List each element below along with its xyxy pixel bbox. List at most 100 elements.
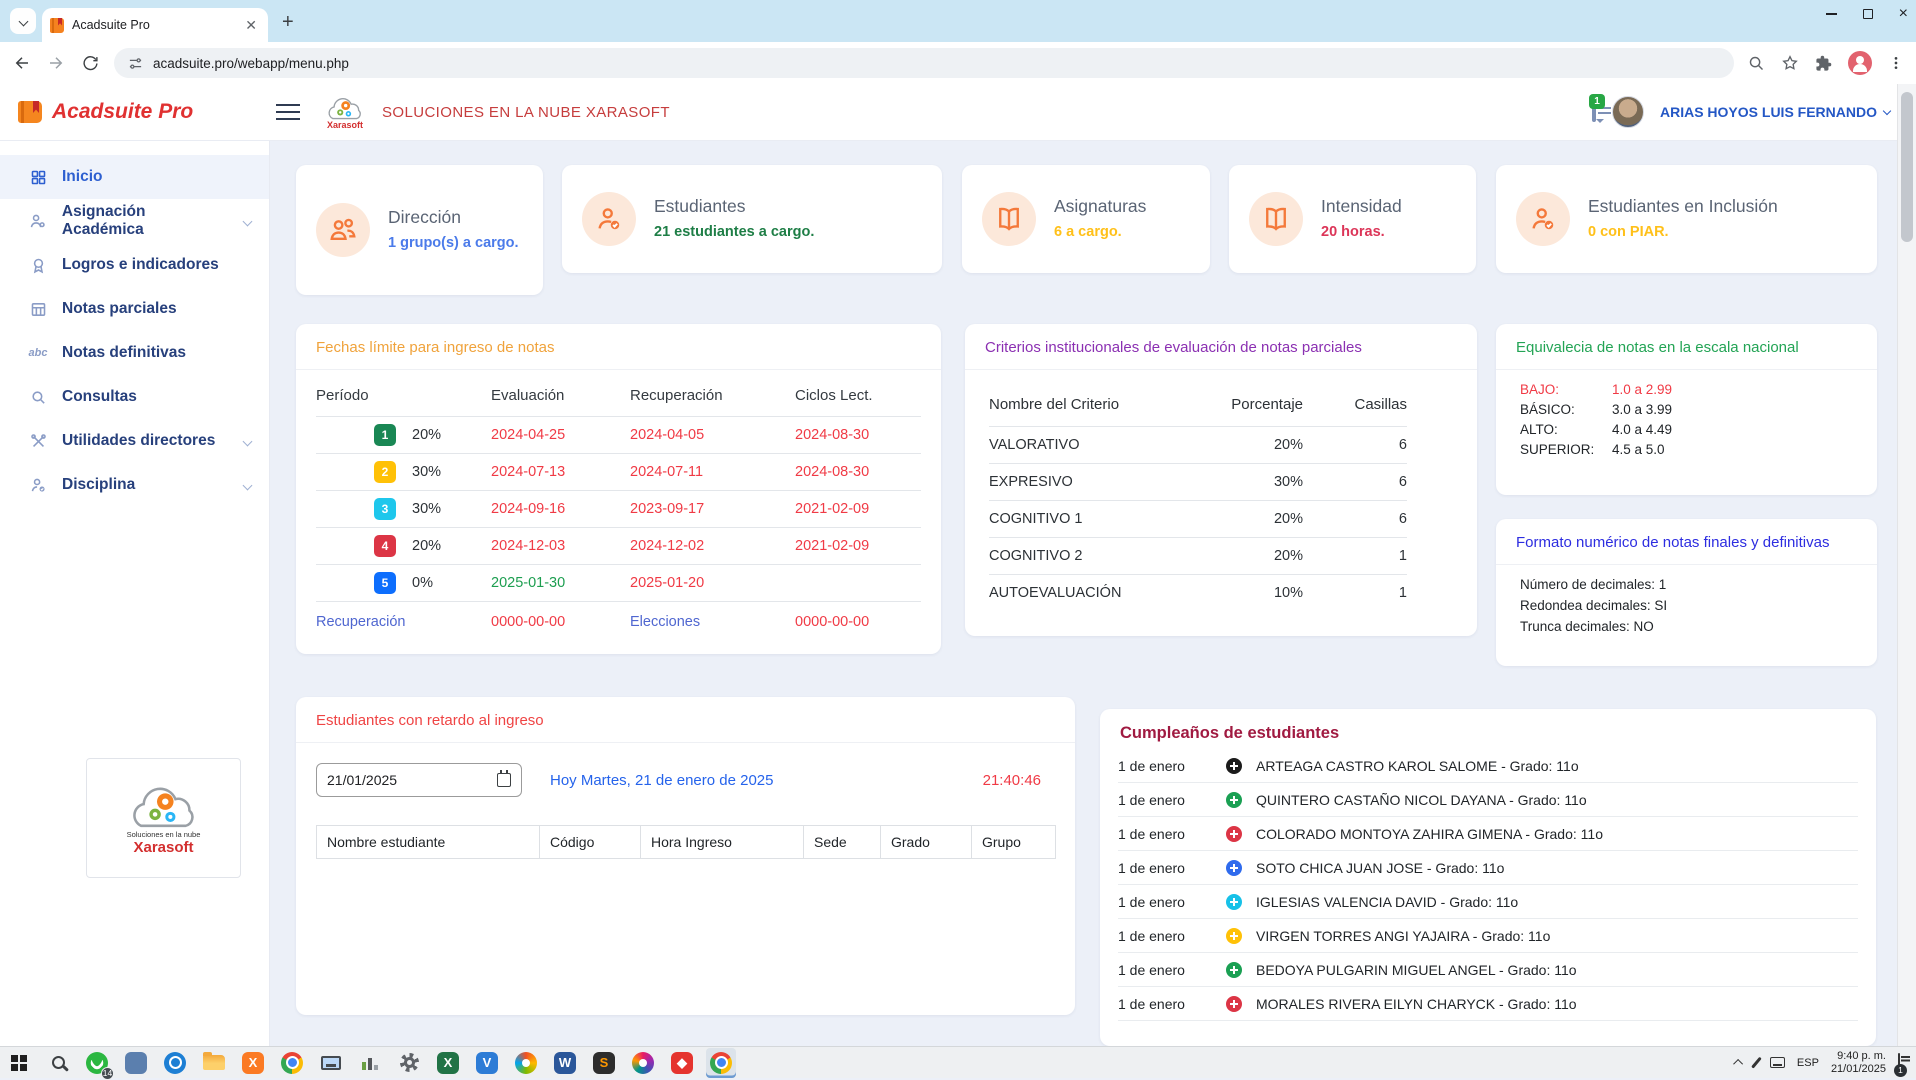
sidebar-item-logros-e-indicadores[interactable]: Logros e indicadores [0,243,269,287]
elecciones-link[interactable]: Elecciones [630,614,795,630]
forward-icon[interactable] [46,53,66,73]
period-badge: 2 [374,461,396,483]
xarasoft-logo: Xarasoft [322,94,368,130]
site-info-tune-icon[interactable] [128,56,143,71]
scale-label: SUPERIOR: [1520,442,1612,457]
date-picker-input[interactable]: 21/01/2025 [316,763,522,797]
student-name: IGLESIAS VALENCIA DAVID - Grado: 11o [1256,894,1858,910]
address-bar[interactable]: acadsuite.pro/webapp/menu.php [114,48,1734,78]
settings-gear-icon[interactable] [394,1048,424,1078]
browser-menu-icon[interactable] [1888,55,1904,71]
period-percent: 20% [412,538,441,554]
target-app-icon[interactable] [160,1048,190,1078]
whatsapp-icon[interactable]: 14 [82,1048,112,1078]
student-name: BEDOYA PULGARIN MIGUEL ANGEL - Grado: 11… [1256,962,1858,978]
sidebar-item-notas-definitivas[interactable]: abc Notas definitivas [0,331,269,375]
panel-fechas-limite: Fechas límite para ingreso de notas Perí… [296,324,941,654]
browser-tab[interactable]: Acadsuite Pro ✕ [42,8,268,42]
tab-search-button[interactable] [10,8,36,34]
card-value: 20 horas. [1321,223,1402,243]
sidebar-item-asignacion-academica[interactable]: Asignación Académica [0,199,269,243]
table-row: 5 0% 2025-01-30 2025-01-20 [316,564,921,601]
card-title: Estudiantes en Inclusión [1588,196,1778,217]
window-maximize-button[interactable] [1863,9,1873,19]
table-row: 4 20% 2024-12-03 2024-12-02 2021-02-09 [316,527,921,564]
back-icon[interactable] [12,53,32,73]
window-minimize-button[interactable] [1826,13,1837,15]
tray-expand-icon[interactable] [1734,1059,1744,1069]
chat-button[interactable]: 1 [1592,103,1596,121]
red-app-icon[interactable]: ◆ [667,1048,697,1078]
calendar-icon[interactable] [497,773,511,787]
sublime-icon[interactable]: S [589,1048,619,1078]
col-header: Evaluación [491,387,630,404]
sidebar-item-notas-parciales[interactable]: Notas parciales [0,287,269,331]
tray-keyboard-icon[interactable] [1770,1057,1785,1068]
paint-icon[interactable] [628,1048,658,1078]
scale-label: BÁSICO: [1520,402,1612,417]
tray-language[interactable]: ESP [1797,1057,1819,1069]
chevron-down-icon [243,480,253,490]
reload-icon[interactable] [80,53,100,73]
window-close-button[interactable]: × [1899,6,1908,22]
cycle-date: 2024-08-30 [795,464,921,480]
criterion-name: VALORATIVO [989,437,1183,453]
vscode-icon[interactable]: V [472,1048,502,1078]
page-scrollbar[interactable] [1897,84,1916,1046]
sidebar-item-label: Logros e indicadores [62,256,219,274]
tab-close-icon[interactable]: ✕ [242,17,260,34]
browser-tabstrip: Acadsuite Pro ✕ + × [0,0,1916,42]
bookmark-star-icon[interactable] [1781,54,1799,72]
period-badge: 1 [374,424,396,446]
notes-icon[interactable] [121,1048,151,1078]
scale-row: SUPERIOR: 4.5 a 5.0 [1520,442,1853,457]
hamburger-menu-icon[interactable] [276,104,300,120]
scrollbar-thumb[interactable] [1901,92,1913,242]
sidebar-item-utilidades-directores[interactable]: Utilidades directores [0,419,269,463]
recuperacion-link[interactable]: Recuperación [316,614,491,630]
chrome-icon[interactable] [277,1048,307,1078]
file-explorer-icon[interactable] [199,1048,229,1078]
analytics-icon[interactable] [355,1048,385,1078]
retardo-table-header: Nombre estudiante Código Hora Ingreso Se… [316,825,1055,859]
tray-clock[interactable]: 9:40 p. m. 21/01/2025 [1831,1050,1886,1076]
birthday-row: 1 de enero COLORADO MONTOYA ZAHIRA GIMEN… [1118,817,1858,851]
user-menu[interactable]: ARIAS HOYOS LUIS FERNANDO [1660,104,1890,120]
xarasoft-brand-text: Xarasoft [133,839,193,856]
recovery-date: 2023-09-17 [630,501,795,517]
new-tab-button[interactable]: + [282,12,294,32]
sidebar-item-label: Inicio [62,168,102,186]
extensions-icon[interactable] [1815,55,1832,72]
browser-profile-avatar[interactable] [1848,51,1872,75]
period-percent: 20% [412,427,441,443]
scale-label: ALTO: [1520,422,1612,437]
excel-icon[interactable]: X [433,1048,463,1078]
sidebar-item-disciplina[interactable]: Disciplina [0,463,269,507]
notification-center-button[interactable]: 1 [1898,1054,1900,1072]
search-icon[interactable] [43,1048,73,1078]
panel-title: Estudiantes con retardo al ingreso [296,697,1075,743]
word-icon[interactable]: W [550,1048,580,1078]
col-header: Período [316,387,491,404]
eval-date: 2024-04-25 [491,427,630,443]
birthday-date: 1 de enero [1118,826,1226,842]
app-brand-name: Acadsuite Pro [52,100,193,124]
url-text: acadsuite.pro/webapp/menu.php [153,56,349,71]
zoom-icon[interactable] [1748,55,1765,72]
xampp-icon[interactable]: X [238,1048,268,1078]
student-name: VIRGEN TORRES ANGI YAJAIRA - Grado: 11o [1256,928,1858,944]
gift-icon [1226,996,1242,1012]
sidebar-item-consultas[interactable]: Consultas [0,375,269,419]
start-icon[interactable] [4,1048,34,1078]
copilot-icon[interactable] [511,1048,541,1078]
sidebar-item-label: Disciplina [62,476,135,494]
remote-desktop-icon[interactable] [316,1048,346,1078]
student-name: QUINTERO CASTAÑO NICOL DAYANA - Grado: 1… [1256,792,1858,808]
user-avatar[interactable] [1612,96,1644,128]
format-line: Número de decimales: 1 [1520,577,1853,592]
sidebar-item-inicio[interactable]: Inicio [0,155,269,199]
tray-pen-icon[interactable] [1752,1057,1762,1069]
card-value: 1 grupo(s) a cargo. [388,234,519,254]
table-row: EXPRESIVO 30% 6 [989,463,1407,500]
chrome-active-icon[interactable] [706,1048,736,1078]
